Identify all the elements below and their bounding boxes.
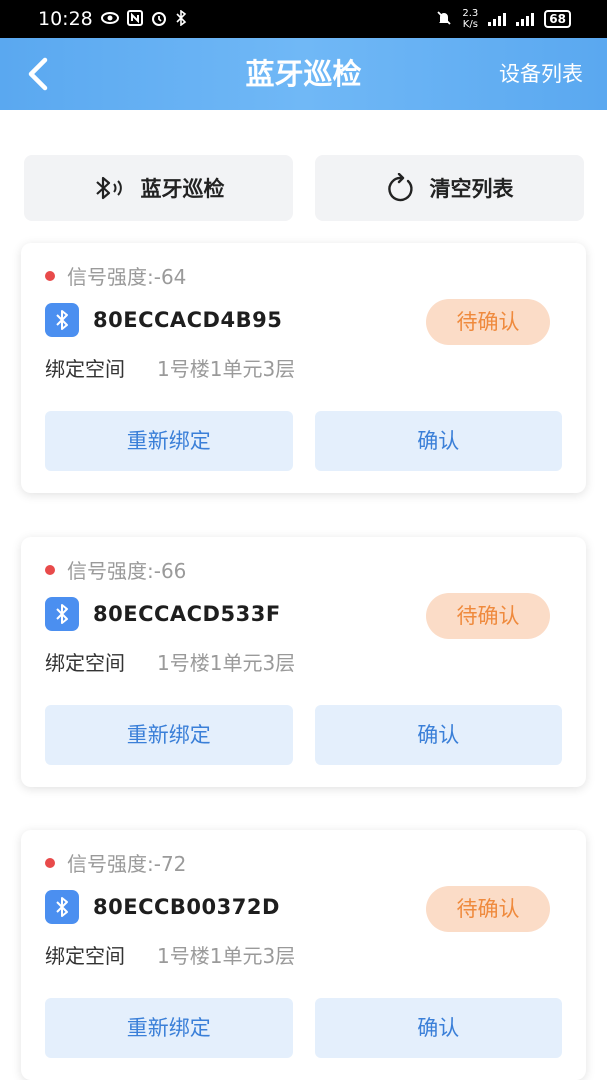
- signal-strength: 信号强度:-66: [45, 555, 186, 584]
- status-badge: 待确认: [426, 299, 550, 345]
- bluetooth-icon: [45, 597, 79, 631]
- signal-strength-text: 信号强度:-66: [67, 559, 187, 583]
- mute-icon: [436, 10, 452, 29]
- device-id: 80ECCACD533F: [93, 602, 281, 626]
- device-card: 信号强度:-66 80ECCACD533F 待确认 绑定空间 1号楼1单元3层 …: [21, 537, 586, 787]
- bound-space-label: 绑定空间: [45, 357, 125, 381]
- clock: 10:28: [38, 8, 93, 30]
- network-speed: 2.3 K/s: [462, 8, 478, 30]
- device-id: 80ECCB00372D: [93, 895, 280, 919]
- bluetooth-scan-icon: [95, 176, 122, 200]
- action-bar: 蓝牙巡检 清空列表: [24, 155, 584, 221]
- status-badge: 待确认: [426, 593, 550, 639]
- signal-dot-icon: [45, 270, 55, 281]
- network-speed-value: 2.3: [462, 8, 479, 19]
- bluetooth-icon: [45, 890, 79, 924]
- cell-signal-2-icon: [516, 12, 535, 26]
- rebind-button[interactable]: 重新绑定: [45, 998, 293, 1058]
- bound-space-row: 绑定空间 1号楼1单元3层: [45, 353, 295, 382]
- eye-icon: [100, 11, 119, 27]
- bound-space-row: 绑定空间 1号楼1单元3层: [45, 940, 295, 969]
- bound-space-value: 1号楼1单元3层: [157, 651, 296, 675]
- signal-strength-text: 信号强度:-72: [67, 852, 187, 876]
- signal-dot-icon: [45, 564, 55, 575]
- device-card: 信号强度:-64 80ECCACD4B95 待确认 绑定空间 1号楼1单元3层 …: [21, 243, 586, 493]
- bluetooth-icon: [45, 303, 79, 337]
- bluetooth-scan-button[interactable]: 蓝牙巡检: [24, 155, 293, 221]
- signal-strength-text: 信号强度:-64: [67, 265, 187, 289]
- device-row: 80ECCB00372D: [45, 890, 280, 924]
- bound-space-label: 绑定空间: [45, 651, 125, 675]
- app-header: 蓝牙巡检 设备列表: [0, 38, 607, 110]
- confirm-button[interactable]: 确认: [314, 998, 562, 1058]
- card-actions: 重新绑定 确认: [45, 411, 562, 471]
- card-actions: 重新绑定 确认: [45, 998, 562, 1058]
- device-card: 信号强度:-72 80ECCB00372D 待确认 绑定空间 1号楼1单元3层 …: [21, 830, 586, 1080]
- battery-icon: 68: [544, 10, 571, 28]
- status-left: 10:28: [38, 8, 187, 30]
- signal-strength: 信号强度:-72: [45, 848, 186, 877]
- rebind-button[interactable]: 重新绑定: [45, 411, 293, 471]
- bound-space-label: 绑定空间: [45, 944, 125, 968]
- clear-list-button[interactable]: 清空列表: [315, 155, 584, 221]
- bound-space-value: 1号楼1单元3层: [157, 357, 296, 381]
- signal-dot-icon: [45, 857, 55, 868]
- cell-signal-icon: [488, 12, 507, 26]
- rebind-button[interactable]: 重新绑定: [45, 705, 293, 765]
- status-right: 2.3 K/s 68: [436, 8, 571, 30]
- nfc-icon: [126, 9, 143, 29]
- device-list-link[interactable]: 设备列表: [499, 38, 583, 110]
- device-row: 80ECCACD4B95: [45, 303, 282, 337]
- card-actions: 重新绑定 确认: [45, 705, 562, 765]
- bound-space-value: 1号楼1单元3层: [157, 944, 296, 968]
- device-id: 80ECCACD4B95: [93, 308, 283, 332]
- alarm-icon: [151, 10, 167, 29]
- confirm-button[interactable]: 确认: [314, 411, 562, 471]
- device-row: 80ECCACD533F: [45, 597, 281, 631]
- network-speed-unit: K/s: [462, 19, 478, 30]
- signal-strength: 信号强度:-64: [45, 261, 186, 290]
- refresh-icon: [387, 173, 413, 202]
- bluetooth-scan-label: 蓝牙巡检: [140, 177, 225, 201]
- clear-list-label: 清空列表: [429, 177, 514, 201]
- confirm-button[interactable]: 确认: [314, 705, 562, 765]
- status-badge: 待确认: [426, 886, 550, 932]
- bluetooth-status-icon: [175, 8, 187, 29]
- status-bar: 10:28 2.3 K/s 68: [0, 0, 607, 38]
- bound-space-row: 绑定空间 1号楼1单元3层: [45, 647, 295, 676]
